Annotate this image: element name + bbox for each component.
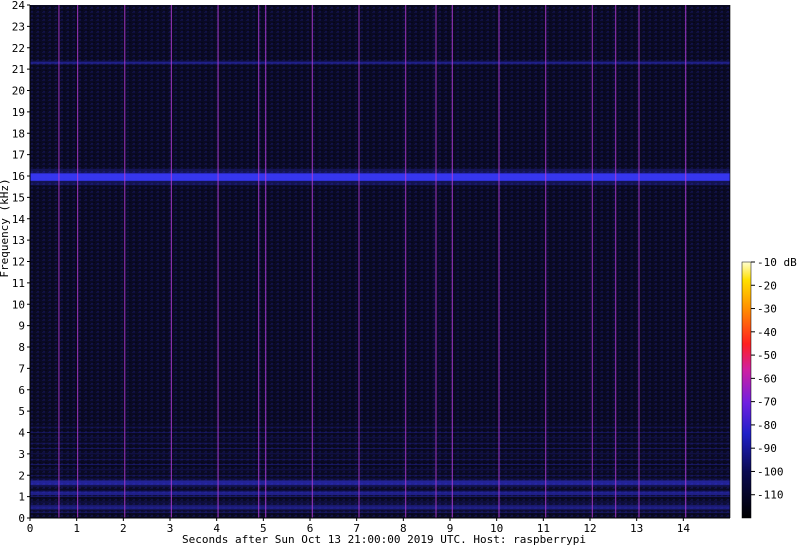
x-axis-label: Seconds after Sun Oct 13 21:00:00 2019 U… [182,533,586,546]
colorbar: -10 dBF -20 -30 -40 -50 -60 -70 -80 -90 -100 -110 [741,256,797,519]
y-tick-label: 9 [18,320,25,333]
colorbar-tick-label: -40 [757,326,777,339]
x-tick-label: 0 [27,522,34,535]
colorbar-gradient [741,261,752,519]
y-tick-label: 10 [12,298,25,311]
x-tick-label: 2 [120,522,127,535]
y-tick-label: 22 [12,42,25,55]
y-tick-label: 1 [18,491,25,504]
y-tick-label: 0 [18,512,25,525]
x-tick-label: 1 [73,522,80,535]
y-tick-label: 2 [18,469,25,482]
y-tick-label: 4 [18,427,25,440]
y-tick-label: 20 [12,85,25,98]
colorbar-tick-label: -110 [757,489,784,502]
y-tick-label: 3 [18,448,25,461]
y-tick-label: 24 [12,0,26,12]
colorbar-tick-label: -10 dBF [757,256,797,269]
y-tick-label: 5 [18,405,25,418]
spectrogram-figure: 0 1 2 3 4 5 6 7 8 9 10 11 12 13 14 15 16 17 18 19 20 21 22 23 24… [0,0,797,546]
y-tick-label: 14 [12,213,26,226]
y-tick-label: 7 [18,362,25,375]
colorbar-tick-label: -20 [757,279,777,292]
y-tick-label: 16 [12,170,25,183]
x-tick-label: 13 [630,522,643,535]
y-axis-label: Frequency (kHz) [0,178,11,277]
y-tick-label: 12 [12,256,25,269]
y-tick-label: 15 [12,191,25,204]
y-tick-label: 6 [18,384,25,397]
band-0 [30,173,730,181]
y-tick-label: 11 [12,277,25,290]
colorbar-tick-label: -100 [757,465,784,478]
x-tick-label: 14 [677,522,691,535]
x-tick-label: 3 [167,522,174,535]
plot-background [30,5,730,518]
colorbar-tick-label: -30 [757,303,777,316]
colorbar-ticks: -10 dBF -20 -30 -40 -50 -60 -70 -80 -90 -100 -110 [751,256,797,502]
y-tick-label: 19 [12,106,25,119]
y-tick-label: 13 [12,234,25,247]
y-tick-label: 18 [12,127,25,140]
colorbar-tick-label: -90 [757,442,777,455]
y-tick-label: 23 [12,20,25,33]
band-1 [30,61,730,64]
colorbar-tick-label: -50 [757,349,777,362]
spectrogram-svg: 0123456789101112131415161718192021222324… [0,0,797,546]
colorbar-tick-label: -60 [757,372,777,385]
band-2 [30,480,730,485]
plot-area [30,5,730,518]
y-tick-label: 21 [12,63,25,76]
y-tick-label: 8 [18,341,25,354]
colorbar-tick-label: -70 [757,396,777,409]
colorbar-tick-label: -80 [757,419,777,432]
band-3 [30,491,730,496]
y-tick-label: 17 [12,149,25,162]
